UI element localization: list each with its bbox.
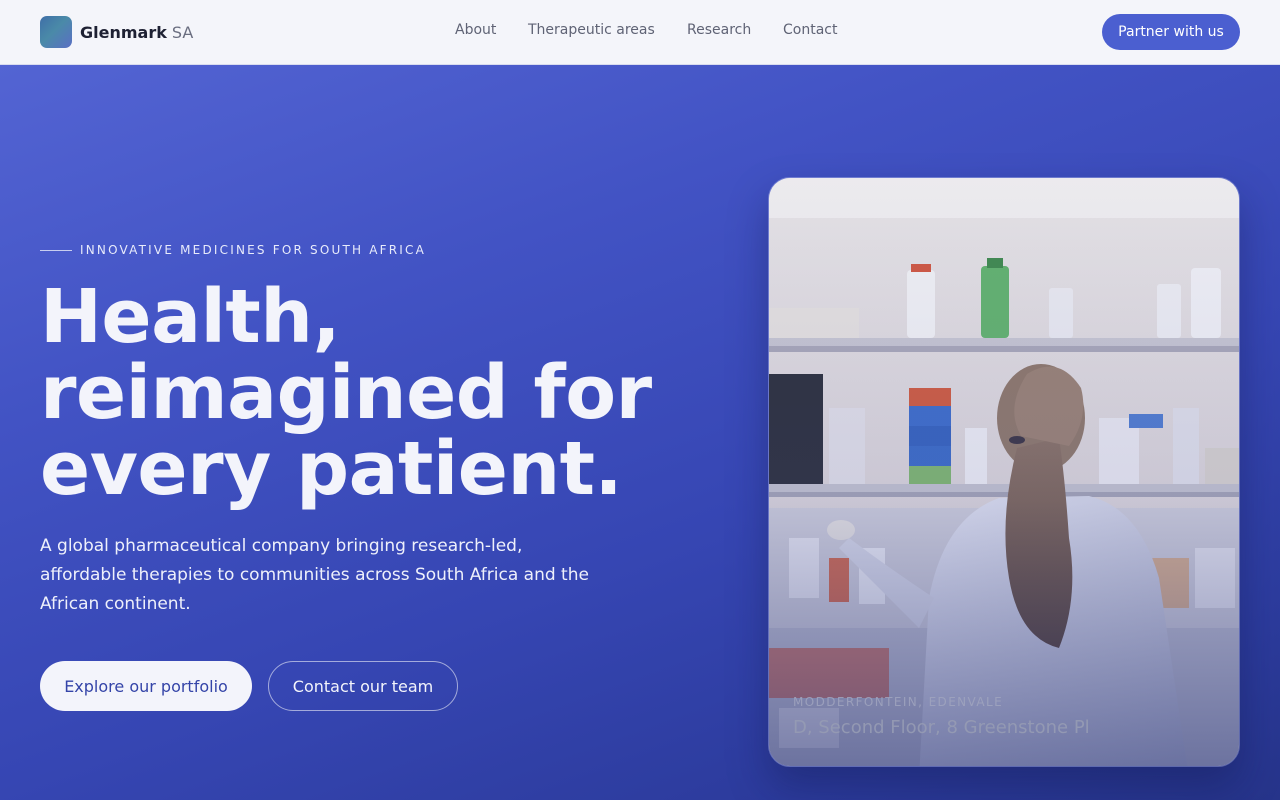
photo-caption: MODDERFONTEIN, EDENVALE D, Second Floor,… [793,695,1090,738]
explore-portfolio-button[interactable]: Explore our portfolio [40,661,252,711]
brand-logo-icon [40,16,72,48]
caption-location: MODDERFONTEIN, EDENVALE [793,695,1004,709]
nav-link-contact[interactable]: Contact [783,22,837,38]
hero-headline: Health, reimagined for every patient. [40,279,740,507]
hero-eyebrow: INNOVATIVE MEDICINES FOR SOUTH AFRICA [40,243,426,257]
headline-line-3: every patient. [40,426,623,512]
headline-line-1: Health, [40,274,341,360]
nav-link-about[interactable]: About [455,22,496,38]
caption-address: D, Second Floor, 8 Greenstone Pl [793,717,1090,738]
hero-subcopy: A global pharmaceutical company bringing… [40,536,589,614]
site-header: Glenmark SA About Therapeutic areas Rese… [0,0,1280,65]
hero-section: INNOVATIVE MEDICINES FOR SOUTH AFRICA He… [0,65,1280,800]
partner-with-us-button[interactable]: Partner with us [1102,14,1240,50]
nav-link-research[interactable]: Research [687,22,751,38]
brand[interactable]: Glenmark SA [40,16,193,48]
brand-suffix: SA [171,22,194,42]
photo-tint-overlay [769,178,1239,766]
eyebrow-text: INNOVATIVE MEDICINES FOR SOUTH AFRICA [80,243,427,257]
brand-name: Glenmark [80,22,167,42]
eyebrow-divider [40,249,72,251]
lab-photo-card: MODDERFONTEIN, EDENVALE D, Second Floor,… [768,177,1240,767]
nav-link-therapeutic-areas[interactable]: Therapeutic areas [528,22,655,38]
contact-team-button[interactable]: Contact our team [268,661,458,711]
headline-line-2: reimagined for [40,350,652,436]
